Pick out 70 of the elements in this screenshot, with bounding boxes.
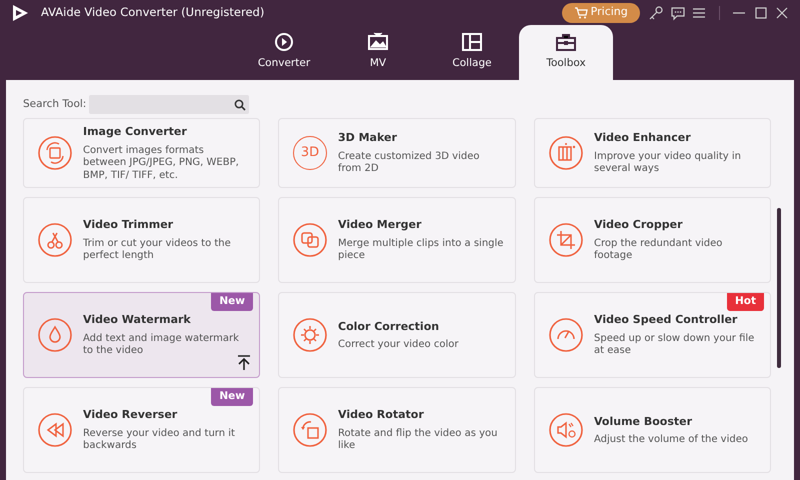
sun-icon [293, 318, 327, 352]
tag: New [211, 388, 253, 406]
tool-title: Video Enhancer [594, 130, 692, 146]
scissors-icon [38, 223, 72, 257]
tool-description: Reverse your video and turn it backwards [83, 428, 236, 453]
text-3d-icon: 3D [293, 136, 327, 170]
search-field[interactable] [89, 95, 250, 114]
tool-card[interactable]: Video Trimmer Trim or cut your videos to the perfect length [23, 197, 260, 283]
tool-title: Video Cropper [594, 217, 684, 234]
scrollbar[interactable] [776, 208, 780, 368]
tool-description: Crop the redundant video footage [594, 238, 724, 263]
tool-title: Video Watermark [83, 312, 192, 328]
speaker-icon [549, 413, 583, 447]
tool-title: Image Converter [83, 124, 188, 140]
play-circle-icon [273, 31, 295, 53]
app-logo-icon [10, 2, 30, 22]
key-icon[interactable] [648, 4, 664, 20]
crop-icon [549, 223, 583, 257]
tool-description: Correct your video color [338, 339, 458, 352]
overlap-squares-icon [293, 223, 327, 257]
tool-card[interactable]: Video Speed Controller Speed up or slow down your file at ease Hot [534, 292, 771, 378]
gauge-icon [549, 318, 583, 352]
tool-title: Video Reverser [83, 407, 178, 424]
tool-description: Speed up or slow down your file at ease [594, 332, 756, 358]
tab[interactable]: Toolbox [519, 25, 613, 80]
tool-card[interactable]: Video Cropper Crop the redundant video footage [534, 197, 771, 283]
tool-title: Color Correction [338, 318, 440, 334]
layout-grid-icon [461, 31, 483, 53]
tool-card[interactable]: Video Reverser Reverse your video and turn it backwards New [23, 387, 260, 473]
tool-card[interactable]: Video Watermark Add text and image watermark to the video New [23, 292, 260, 378]
tool-card[interactable]: Video Enhancer Improve your video quality in several ways [534, 118, 771, 188]
tool-description: Improve your video quality in several ways [594, 150, 742, 176]
tool-title: Video Speed Controller [594, 312, 738, 328]
chat-icon[interactable] [670, 4, 686, 20]
tool-description: Merge multiple clips into a single piece [338, 238, 504, 263]
tool-description: Add text and image watermark to the video [83, 332, 240, 358]
tool-card[interactable]: Video Merger Merge multiple clips into a single piece [278, 197, 516, 283]
droplet-icon [38, 318, 72, 352]
rewind-icon [38, 413, 72, 447]
search-label: Search Tool: [23, 96, 86, 112]
close-icon[interactable] [774, 4, 790, 20]
tool-title: Volume Booster [594, 414, 694, 430]
tab[interactable]: MV [331, 25, 425, 80]
tab[interactable]: Collage [425, 25, 519, 80]
image-icon [38, 136, 72, 170]
upload-icon[interactable] [237, 355, 251, 371]
tool-title: 3D Maker [338, 130, 398, 146]
tool-title: Video Rotator [338, 407, 425, 424]
tool-card[interactable]: Color Correction Correct your video color [278, 292, 516, 378]
tool-title: Video Trimmer [83, 217, 174, 234]
film-sparkle-icon [549, 136, 583, 170]
tab[interactable]: Converter [237, 25, 331, 80]
picture-frame-icon [367, 31, 389, 53]
tool-description: Convert images formats between JPG/JPEG, PNG, WEBP, BMP, TIF/ TIFF, etc. [83, 144, 240, 182]
tag: Hot [726, 293, 764, 311]
tool-description: Trim or cut your videos to the perfect length [83, 238, 232, 263]
maximize-icon[interactable] [752, 4, 768, 20]
tag: New [211, 293, 253, 311]
tool-description: Adjust the volume of the video [594, 434, 748, 446]
cart-icon [574, 6, 588, 18]
tool-description: Rotate and flip the video as you like [338, 428, 498, 453]
tool-card[interactable]: Image Converter Convert images formats between JPG/JPEG, PNG, WEBP, BMP, TIF/ TIFF, etc. [23, 118, 260, 188]
tool-card[interactable]: Volume Booster Adjust the volume of the video [534, 387, 771, 473]
tool-title: Video Merger [338, 217, 422, 234]
search-icon[interactable] [234, 98, 246, 110]
window-title: AVAide Video Converter (Unregistered) [41, 4, 264, 21]
tool-card[interactable]: Video Rotator Rotate and flip the video as you like [278, 387, 516, 473]
tool-card[interactable]: 3D 3D Maker Create customized 3D video from 2D [278, 118, 516, 188]
tool-description: Create customized 3D video from 2D [338, 150, 480, 176]
toolbox-icon [555, 31, 577, 53]
